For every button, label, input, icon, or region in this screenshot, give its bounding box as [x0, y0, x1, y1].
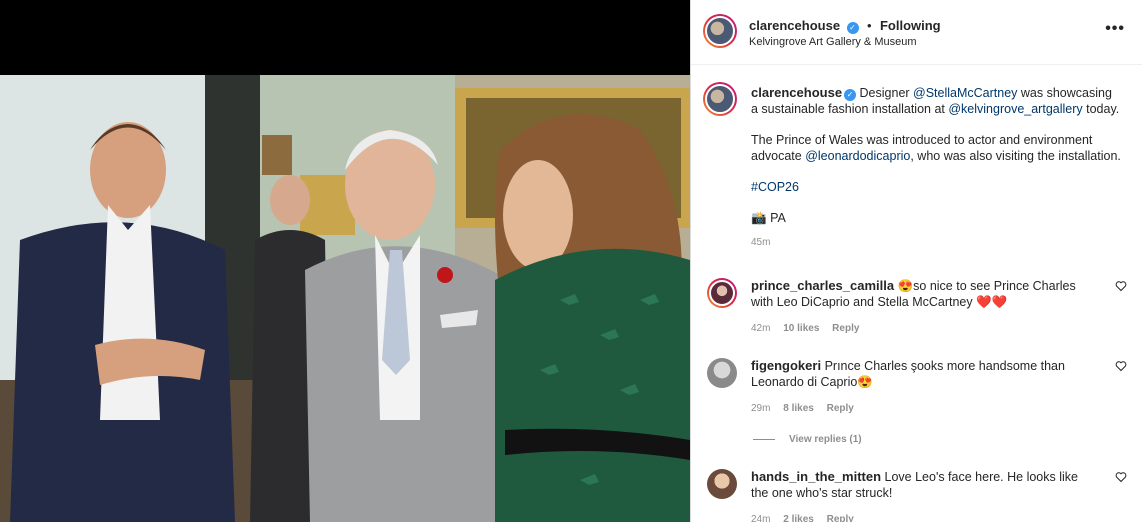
- hashtag-cop26[interactable]: #COP26: [751, 180, 799, 194]
- author-username[interactable]: clarencehouse: [749, 18, 840, 33]
- mention-stellamccartney[interactable]: @StellaMcCartney: [913, 86, 1017, 100]
- comment-time[interactable]: 29m: [751, 403, 770, 414]
- instagram-post-viewer: clarencehouse ✓ • Following Kelvingrove …: [0, 0, 1142, 522]
- like-heart-icon[interactable]: [1115, 280, 1127, 292]
- post-caption: clarencehouse ✓ Designer @StellaMcCartney…: [751, 85, 1121, 251]
- post-photo-illustration: [0, 0, 690, 522]
- author-line: clarencehouse ✓ • Following: [749, 17, 941, 35]
- caption-paragraph-3: #COP26: [751, 179, 1121, 195]
- comment-item: prince_charles_camilla 😍so nice to see P…: [707, 278, 1127, 338]
- caption-username[interactable]: clarencehouse: [751, 85, 842, 100]
- post-location[interactable]: Kelvingrove Art Gallery & Museum: [749, 36, 917, 48]
- post-header: clarencehouse ✓ • Following Kelvingrove …: [691, 0, 1142, 65]
- caption-verified-badge-icon: ✓: [844, 89, 857, 101]
- post-photo: [0, 0, 690, 522]
- caption-paragraph-4: 📸 PA: [751, 210, 1121, 226]
- comment-time[interactable]: 24m: [751, 514, 770, 522]
- mention-kelvingrove[interactable]: @kelvingrove_artgallery: [948, 102, 1082, 116]
- comment-avatar[interactable]: [707, 278, 737, 308]
- caption-text-1c: today.: [1082, 102, 1120, 116]
- comment-meta: 42m 10 likes Reply: [751, 323, 869, 334]
- like-heart-icon[interactable]: [1115, 360, 1127, 372]
- comment-body: prince_charles_camilla 😍so nice to see P…: [751, 278, 1096, 310]
- caption-text-2b: , who was also visiting the installation…: [910, 149, 1121, 163]
- author-avatar[interactable]: [703, 14, 737, 48]
- camera-icon: 📸: [751, 211, 767, 225]
- comment-username[interactable]: hands_in_the_mitten: [751, 469, 881, 484]
- separator-dot: •: [866, 18, 872, 33]
- comment-reply-button[interactable]: Reply: [827, 403, 854, 414]
- post-side-panel: clarencehouse ✓ • Following Kelvingrove …: [690, 0, 1142, 522]
- comment-item: hands_in_the_mitten Love Leo's face here…: [707, 469, 1127, 522]
- replies-divider-line: [753, 438, 775, 440]
- caption-paragraph-2: The Prince of Wales was introduced to ac…: [751, 132, 1121, 164]
- following-button[interactable]: Following: [880, 18, 941, 33]
- like-heart-icon[interactable]: [1115, 471, 1127, 483]
- comment-item: figengokeri Prınce Charles şooks more ha…: [707, 358, 1127, 418]
- comment-likes[interactable]: 2 likes: [783, 514, 814, 522]
- comment-username[interactable]: figengokeri: [751, 358, 821, 373]
- caption-paragraph-1: clarencehouse ✓ Designer @StellaMcCartney…: [751, 85, 1121, 117]
- view-replies-label: View replies (1): [789, 434, 862, 445]
- caption-author-avatar[interactable]: [703, 82, 737, 116]
- photo-credit: PA: [770, 211, 786, 225]
- comment-avatar[interactable]: [707, 469, 737, 499]
- mention-leonardodicaprio[interactable]: @leonardodicaprio: [805, 149, 910, 163]
- caption-text-1a: Designer: [859, 86, 914, 100]
- comment-body: figengokeri Prınce Charles şooks more ha…: [751, 358, 1096, 390]
- view-replies-button[interactable]: View replies (1): [753, 434, 862, 445]
- comment-time[interactable]: 42m: [751, 323, 770, 334]
- more-options-icon[interactable]: •••: [1105, 20, 1125, 38]
- comment-likes[interactable]: 8 likes: [783, 403, 814, 414]
- comment-body: hands_in_the_mitten Love Leo's face here…: [751, 469, 1096, 501]
- comment-likes[interactable]: 10 likes: [783, 323, 819, 334]
- comment-reply-button[interactable]: Reply: [832, 323, 859, 334]
- comment-avatar[interactable]: [707, 358, 737, 388]
- comment-reply-button[interactable]: Reply: [827, 514, 854, 522]
- comment-meta: 29m 8 likes Reply: [751, 403, 864, 414]
- comment-username[interactable]: prince_charles_camilla: [751, 278, 894, 293]
- comment-meta: 24m 2 likes Reply: [751, 514, 864, 522]
- caption-timestamp[interactable]: 45m: [751, 235, 1121, 251]
- verified-badge-icon: ✓: [846, 22, 859, 34]
